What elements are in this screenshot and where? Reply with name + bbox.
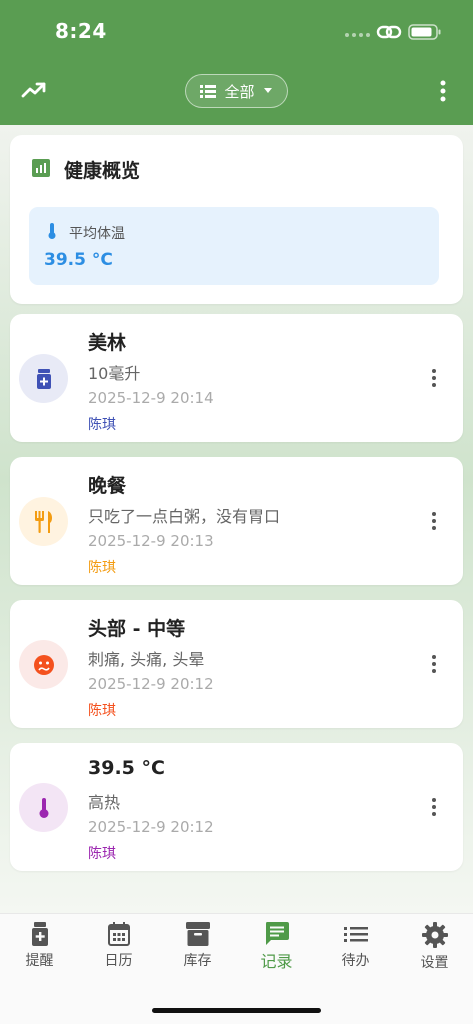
health-overview-card: 健康概览 平均体温 39.5 °C [10, 135, 463, 304]
record-description: 刺痛, 头痛, 头晕 [88, 650, 205, 669]
filter-label: 全部 [224, 82, 255, 101]
more-options-icon[interactable] [430, 797, 438, 817]
app-header: 8:24 全部 [0, 0, 473, 125]
record-person[interactable]: 陈琪 [88, 414, 116, 434]
calendar-icon [107, 922, 130, 946]
more-options-icon[interactable] [433, 78, 453, 104]
thermometer-icon [39, 797, 48, 818]
avg-temperature-box: 平均体温 39.5 °C [29, 207, 439, 285]
more-options-icon[interactable] [430, 654, 438, 674]
records-list[interactable]: 健康概览 平均体温 39.5 °C 美林 10毫升 2025-12-9 20:1… [0, 125, 473, 913]
record-timestamp: 2025-12-9 20:14 [88, 389, 214, 407]
record-title: 39.5 °C [88, 757, 165, 779]
record-card[interactable]: 晚餐 只吃了一点白粥，没有胃口 2025-12-9 20:13 陈琪 [10, 457, 463, 585]
overview-title: 健康概览 [64, 160, 141, 182]
record-icon-circle [19, 497, 68, 546]
archive-box-icon [185, 922, 210, 946]
caret-down-icon [263, 88, 272, 93]
nav-item-settings[interactable]: 设置 [395, 922, 473, 972]
record-card[interactable]: 头部 - 中等 刺痛, 头痛, 头晕 2025-12-9 20:12 陈琪 [10, 600, 463, 728]
more-options-icon[interactable] [430, 511, 438, 531]
record-icon-circle [19, 640, 68, 689]
nav-label: 设置 [420, 955, 449, 971]
record-card[interactable]: 39.5 °C 高热 2025-12-9 20:12 陈琪 [10, 743, 463, 871]
utensils-icon [34, 510, 52, 533]
medicine-bottle-icon [31, 922, 48, 946]
record-title: 头部 - 中等 [88, 618, 186, 640]
record-title: 晚餐 [88, 475, 127, 497]
nav-item-inventory[interactable]: 库存 [158, 922, 237, 970]
cellular-signal-icon [345, 33, 370, 37]
record-description: 高热 [88, 793, 121, 812]
record-person[interactable]: 陈琪 [88, 557, 116, 577]
medicine-bottle-icon [36, 368, 51, 389]
link-icon [376, 25, 402, 39]
filter-dropdown[interactable]: 全部 [185, 74, 288, 108]
battery-icon [408, 24, 441, 40]
nav-item-calendar[interactable]: 日历 [79, 922, 158, 970]
record-description: 只吃了一点白粥，没有胃口 [88, 507, 281, 526]
record-icon-circle [19, 783, 68, 832]
nav-label: 记录 [260, 952, 293, 971]
record-description: 10毫升 [88, 364, 141, 383]
message-icon [265, 922, 289, 945]
nav-label: 待办 [341, 953, 370, 969]
home-indicator [152, 1008, 321, 1013]
nav-label: 库存 [183, 953, 212, 969]
record-timestamp: 2025-12-9 20:12 [88, 818, 214, 836]
record-person[interactable]: 陈琪 [88, 700, 116, 720]
more-options-icon[interactable] [430, 368, 438, 388]
status-time: 8:24 [55, 19, 107, 43]
record-person[interactable]: 陈琪 [88, 843, 116, 863]
gear-icon [421, 922, 448, 948]
sick-face-icon [33, 654, 54, 675]
record-title: 美林 [88, 332, 127, 354]
record-icon-circle [19, 354, 68, 403]
record-card[interactable]: 美林 10毫升 2025-12-9 20:14 陈琪 [10, 314, 463, 442]
list-icon [343, 927, 368, 942]
nav-label: 日历 [104, 953, 133, 969]
list-icon [200, 85, 217, 98]
record-timestamp: 2025-12-9 20:13 [88, 532, 214, 550]
nav-item-reminders[interactable]: 提醒 [0, 922, 79, 970]
record-timestamp: 2025-12-9 20:12 [88, 675, 214, 693]
trending-up-icon[interactable] [20, 78, 48, 102]
bar-chart-icon [32, 159, 50, 177]
avg-temperature-value: 39.5 °C [44, 250, 113, 270]
nav-item-records[interactable]: 记录 [237, 922, 316, 972]
nav-label: 提醒 [25, 953, 54, 969]
avg-temperature-label: 平均体温 [69, 226, 125, 242]
thermometer-icon [48, 223, 56, 239]
nav-item-todo[interactable]: 待办 [316, 922, 395, 970]
